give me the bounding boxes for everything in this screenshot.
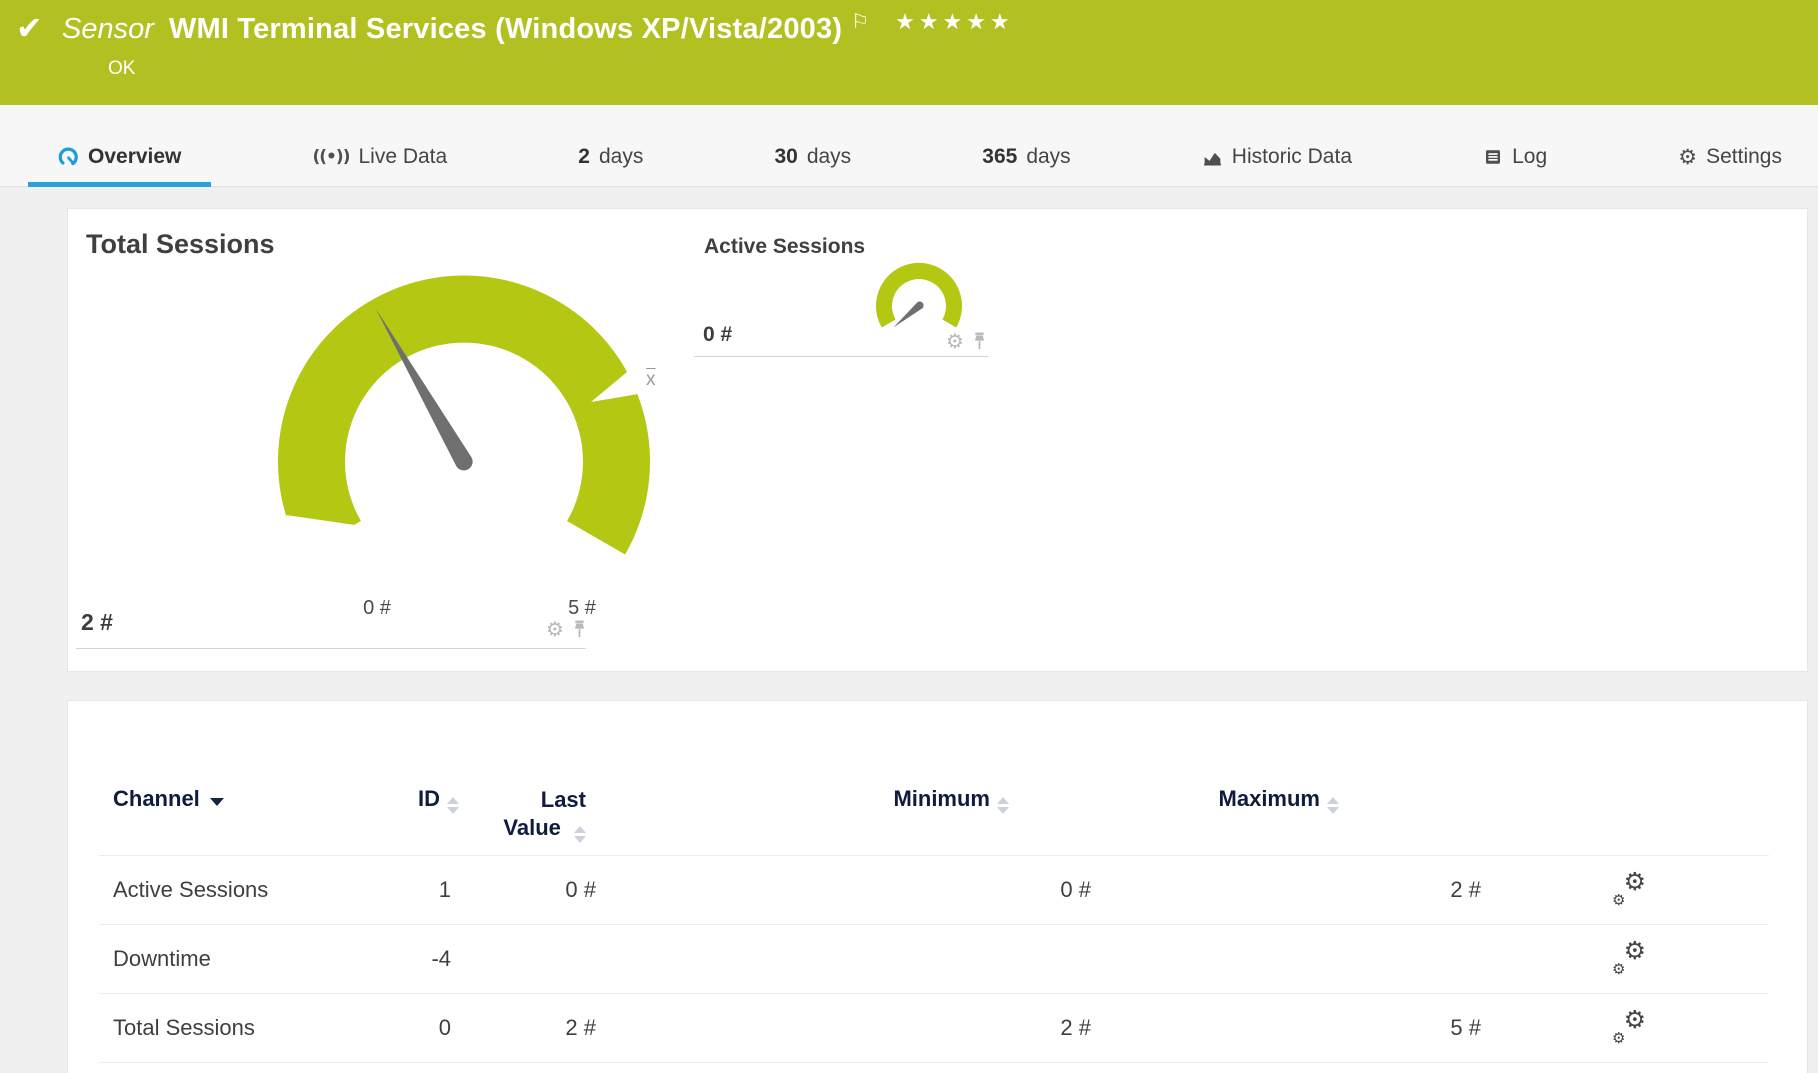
table-row-total-sessions: Total Sessions 0 2 # 2 # 5 # ⚙⚙: [99, 994, 1769, 1063]
channel-id: 1: [359, 877, 459, 903]
table-row-active-sessions: Active Sessions 1 0 # 0 # 2 # ⚙⚙: [99, 856, 1769, 925]
average-marker-label: x: [646, 369, 656, 391]
column-header-maximum[interactable]: Maximum: [1099, 786, 1489, 814]
total-sessions-gauge-title: Total Sessions: [86, 229, 275, 260]
status-check-icon: ✔: [16, 12, 43, 44]
gauges-panel: Total Sessions x 0 # 5 # 2 # ⚙ Active Se…: [67, 208, 1808, 672]
active-sessions-gauge-title: Active Sessions: [704, 235, 865, 259]
channel-name[interactable]: Downtime: [99, 946, 359, 972]
gear-icon[interactable]: ⚙: [946, 331, 964, 351]
tab-label: Log: [1512, 145, 1547, 169]
broadcast-icon: ((•)): [313, 147, 350, 167]
channel-maximum: 2 #: [1099, 877, 1489, 903]
table-row-downtime: Downtime -4 ⚙⚙: [99, 925, 1769, 994]
channel-minimum: 2 #: [604, 1015, 1099, 1041]
tab-number: 365: [982, 145, 1017, 169]
tab-number: 30: [774, 145, 797, 169]
channel-table: Channel ID Last Value Minimum Maximum Ac…: [99, 701, 1769, 1063]
tab-2-days[interactable]: 2 days: [548, 145, 673, 186]
tab-overview[interactable]: Overview: [28, 145, 211, 186]
sort-desc-icon[interactable]: [210, 798, 224, 806]
sensor-name: WMI Terminal Services (Windows XP/Vista/…: [169, 12, 842, 47]
channel-maximum: 5 #: [1099, 1015, 1489, 1041]
channel-last-value: 2 #: [459, 1015, 604, 1041]
tab-label: Historic Data: [1232, 145, 1352, 169]
sensor-status-text: OK: [108, 58, 135, 80]
tab-label: Settings: [1706, 145, 1782, 169]
tab-label: Live Data: [358, 145, 447, 169]
channel-last-value: 0 #: [459, 877, 604, 903]
pin-icon[interactable]: [573, 620, 586, 638]
tab-label: days: [807, 145, 851, 169]
tab-365-days[interactable]: 365 days: [952, 145, 1100, 186]
channel-minimum: 0 #: [604, 877, 1099, 903]
area-chart-icon: [1202, 147, 1223, 168]
channel-settings-gears-icon[interactable]: ⚙⚙: [1612, 1013, 1646, 1043]
active-sessions-current-value: 0 #: [703, 323, 732, 347]
tab-label: Overview: [88, 145, 181, 169]
tile-divider: [76, 648, 586, 649]
sort-toggle-icon[interactable]: [1327, 797, 1339, 814]
channel-name[interactable]: Active Sessions: [99, 877, 359, 903]
gauge-scale-min: 0 #: [332, 597, 422, 620]
sensor-tab-bar: Overview ((•)) Live Data 2 days 30 days …: [0, 105, 1818, 187]
column-header-channel[interactable]: Channel: [99, 786, 359, 812]
channel-settings-gears-icon[interactable]: ⚙⚙: [1612, 944, 1646, 974]
total-sessions-gauge: [277, 275, 651, 567]
tab-settings[interactable]: ⚙ Settings: [1648, 145, 1812, 186]
log-list-icon: [1483, 147, 1503, 167]
channel-name[interactable]: Total Sessions: [99, 1015, 359, 1041]
column-header-minimum[interactable]: Minimum: [604, 786, 1099, 814]
gear-icon: ⚙: [1678, 145, 1697, 169]
object-type-label: Sensor: [62, 12, 154, 47]
gear-icon[interactable]: ⚙: [546, 619, 564, 639]
tab-historic-data[interactable]: Historic Data: [1172, 145, 1382, 186]
tab-30-days[interactable]: 30 days: [744, 145, 881, 186]
tab-number: 2: [578, 145, 590, 169]
tab-label: days: [599, 145, 643, 169]
column-header-last-value[interactable]: Last Value: [459, 786, 604, 843]
sensor-status-header: ✔ Sensor WMI Terminal Services (Windows …: [0, 0, 1818, 105]
tab-label: days: [1026, 145, 1070, 169]
sort-toggle-icon[interactable]: [447, 797, 459, 814]
sort-toggle-icon[interactable]: [997, 797, 1009, 814]
channel-id: 0: [359, 1015, 459, 1041]
tab-live-data[interactable]: ((•)) Live Data: [283, 145, 478, 186]
flag-icon[interactable]: ⚐: [851, 9, 869, 33]
tab-log[interactable]: Log: [1453, 145, 1577, 186]
priority-stars[interactable]: ★★★★★: [895, 10, 1014, 35]
prtg-sensor-page: ✔ Sensor WMI Terminal Services (Windows …: [0, 0, 1818, 1073]
channel-table-panel: Channel ID Last Value Minimum Maximum Ac…: [67, 700, 1808, 1073]
channel-table-header: Channel ID Last Value Minimum Maximum: [99, 701, 1769, 856]
gauge-icon: [58, 147, 79, 168]
total-sessions-tile-actions: ⚙: [546, 619, 586, 639]
column-header-id[interactable]: ID: [359, 786, 459, 814]
channel-settings-gears-icon[interactable]: ⚙⚙: [1612, 875, 1646, 905]
total-sessions-current-value: 2 #: [81, 609, 113, 636]
sort-toggle-icon[interactable]: [574, 826, 586, 843]
channel-id: -4: [359, 946, 459, 972]
pin-icon[interactable]: [973, 332, 986, 350]
sensor-title-line: Sensor WMI Terminal Services (Windows XP…: [62, 12, 1014, 47]
tile-divider: [694, 356, 988, 357]
active-sessions-tile-actions: ⚙: [946, 331, 986, 351]
